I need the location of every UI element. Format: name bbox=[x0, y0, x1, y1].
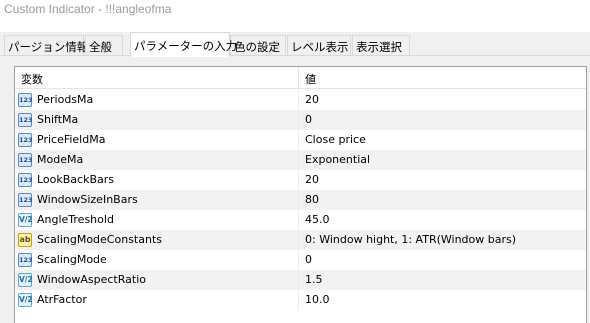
cell-divider bbox=[298, 110, 299, 130]
parameter-value[interactable]: 80 bbox=[305, 193, 319, 206]
column-header-variable[interactable]: 変数 bbox=[21, 71, 43, 87]
parameter-value[interactable]: Close price bbox=[305, 133, 366, 146]
parameter-name: ScalingMode bbox=[37, 253, 107, 266]
cell-divider bbox=[298, 210, 299, 230]
parameter-name: PriceFieldMa bbox=[37, 133, 106, 146]
cell-divider bbox=[298, 230, 299, 250]
tab-version-info[interactable]: パージョン情報 bbox=[4, 35, 88, 56]
parameter-name: WindowAspectRatio bbox=[37, 273, 146, 286]
parameter-table: 変数 値 123 PeriodsMa 20 123 ShiftMa 0 123 PriceFi… bbox=[14, 66, 587, 323]
double-type-icon: V/2 bbox=[18, 273, 33, 287]
parameter-name: WindowSizeInBars bbox=[37, 193, 138, 206]
cell-divider bbox=[298, 270, 299, 290]
tab-strip: パージョン情報 全般 パラメーターの入力 色の設定 レベル表示 表示選択 bbox=[0, 32, 590, 57]
title-bar: Custom Indicator - !!!angleofma bbox=[0, 0, 590, 24]
parameter-name: LookBackBars bbox=[37, 173, 115, 186]
parameter-value[interactable]: 0 bbox=[305, 253, 312, 266]
parameter-value[interactable]: 10.0 bbox=[305, 293, 330, 306]
window-title: Custom Indicator - !!!angleofma bbox=[4, 2, 172, 16]
parameter-name: AtrFactor bbox=[37, 293, 87, 306]
integer-type-icon: 123 bbox=[18, 93, 33, 107]
parameter-row[interactable]: 123 ShiftMa 0 bbox=[15, 110, 586, 130]
parameter-row[interactable]: 123 ScalingMode 0 bbox=[15, 250, 586, 270]
parameter-row[interactable]: 123 LookBackBars 20 bbox=[15, 170, 586, 190]
parameter-value[interactable]: 20 bbox=[305, 173, 319, 186]
integer-type-icon: 123 bbox=[18, 193, 33, 207]
cell-divider bbox=[298, 90, 299, 110]
parameter-row[interactable]: ab ScalingModeConstants 0: Window hight, 1… bbox=[15, 230, 586, 250]
parameter-name: AngleTreshold bbox=[37, 213, 114, 226]
parameter-row[interactable]: V/2 WindowAspectRatio 1.5 bbox=[15, 270, 586, 290]
column-header-value[interactable]: 値 bbox=[305, 71, 316, 87]
double-type-icon: V/2 bbox=[18, 213, 33, 227]
string-type-icon: ab bbox=[18, 233, 32, 247]
table-header: 変数 値 bbox=[15, 67, 586, 89]
double-type-icon: V/2 bbox=[18, 293, 33, 307]
tab-visualization[interactable]: 表示選択 bbox=[352, 35, 410, 56]
cell-divider bbox=[298, 170, 299, 190]
parameter-name: ShiftMa bbox=[37, 113, 79, 126]
integer-type-icon: 123 bbox=[18, 153, 33, 167]
cell-divider bbox=[298, 190, 299, 210]
parameter-row[interactable]: V/2 AngleTreshold 45.0 bbox=[15, 210, 586, 230]
cell-divider bbox=[298, 150, 299, 170]
parameter-value[interactable]: 0 bbox=[305, 113, 312, 126]
cell-divider bbox=[298, 250, 299, 270]
parameter-name: PeriodsMa bbox=[37, 93, 94, 106]
parameter-value[interactable]: 20 bbox=[305, 93, 319, 106]
cell-divider bbox=[298, 290, 299, 310]
cell-divider bbox=[298, 130, 299, 150]
parameter-row[interactable]: 123 PeriodsMa 20 bbox=[15, 90, 586, 110]
integer-type-icon: 123 bbox=[18, 113, 33, 127]
tab-underline bbox=[0, 55, 590, 56]
parameter-row[interactable]: 123 PriceFieldMa Close price bbox=[15, 130, 586, 150]
tab-color-settings[interactable]: 色の設定 bbox=[230, 35, 286, 56]
integer-type-icon: 123 bbox=[18, 253, 33, 267]
tab-general[interactable]: 全般 bbox=[85, 35, 123, 56]
parameter-value[interactable]: 45.0 bbox=[305, 213, 330, 226]
parameter-row[interactable]: 123 ModeMa Exponential bbox=[15, 150, 586, 170]
parameter-name: ModeMa bbox=[37, 153, 84, 166]
integer-type-icon: 123 bbox=[18, 173, 33, 187]
parameter-row[interactable]: 123 WindowSizeInBars 80 bbox=[15, 190, 586, 210]
parameter-value[interactable]: 0: Window hight, 1: ATR(Window bars) bbox=[305, 233, 516, 246]
tab-level-display[interactable]: レベル表示 bbox=[287, 35, 351, 56]
tab-input-parameters[interactable]: パラメーターの入力 bbox=[130, 32, 237, 57]
parameter-row[interactable]: V/2 AtrFactor 10.0 bbox=[15, 290, 586, 310]
parameter-name: ScalingModeConstants bbox=[37, 233, 162, 246]
parameter-value[interactable]: 1.5 bbox=[305, 273, 323, 286]
column-divider[interactable] bbox=[298, 67, 299, 89]
parameter-value[interactable]: Exponential bbox=[305, 153, 370, 166]
integer-type-icon: 123 bbox=[18, 133, 33, 147]
